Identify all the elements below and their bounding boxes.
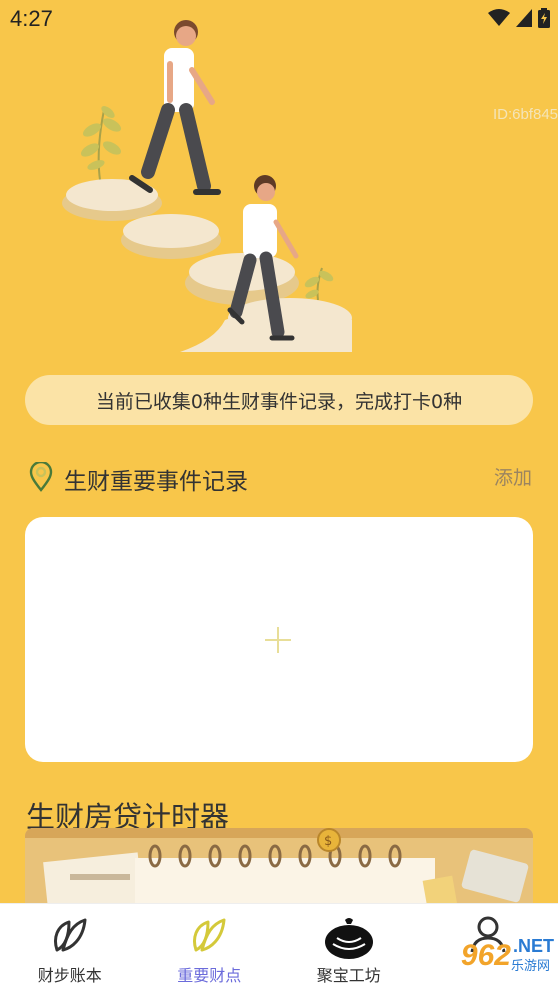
- nav-label-ledger: 财步账本: [37, 966, 102, 985]
- svg-text:$: $: [324, 834, 332, 849]
- user-id-label: ID:6bf845: [492, 106, 558, 123]
- money-bag-icon: [324, 918, 373, 959]
- nav-item-workshop[interactable]: 聚宝工坊: [279, 904, 419, 992]
- event-records-card[interactable]: [25, 517, 533, 762]
- leaf-icon: [53, 918, 87, 952]
- events-section-header: 生财重要事件记录 添加: [26, 458, 534, 498]
- notebook-illustration: $: [25, 828, 533, 908]
- hero-illustration: ID:6bf845: [0, 0, 558, 360]
- nav-label-key-points: 重要财点: [177, 966, 242, 985]
- nav-item-key-points[interactable]: 重要财点: [140, 904, 280, 992]
- nav-item-ledger[interactable]: 财步账本: [0, 904, 140, 992]
- watermark-suffix: .NET: [512, 936, 554, 956]
- watermark-brand: 962: [460, 938, 511, 972]
- watermark-site: 乐游网: [510, 959, 550, 974]
- nav-label-workshop: 聚宝工坊: [316, 966, 381, 985]
- mortgage-timer-banner[interactable]: $: [25, 828, 533, 908]
- summary-text: 当前已收集0种生财事件记录，完成打卡0种: [95, 390, 463, 413]
- location-pin-icon: [29, 462, 53, 492]
- plus-icon[interactable]: [263, 625, 293, 655]
- site-watermark: 962 .NET 乐游网: [461, 937, 554, 974]
- walking-people-illustration: [62, 20, 352, 352]
- events-section-title: 生财重要事件记录: [64, 469, 248, 495]
- leaf-icon: [193, 918, 226, 952]
- add-event-button[interactable]: 添加: [494, 463, 532, 490]
- collection-summary: 当前已收集0种生财事件记录，完成打卡0种: [25, 375, 533, 425]
